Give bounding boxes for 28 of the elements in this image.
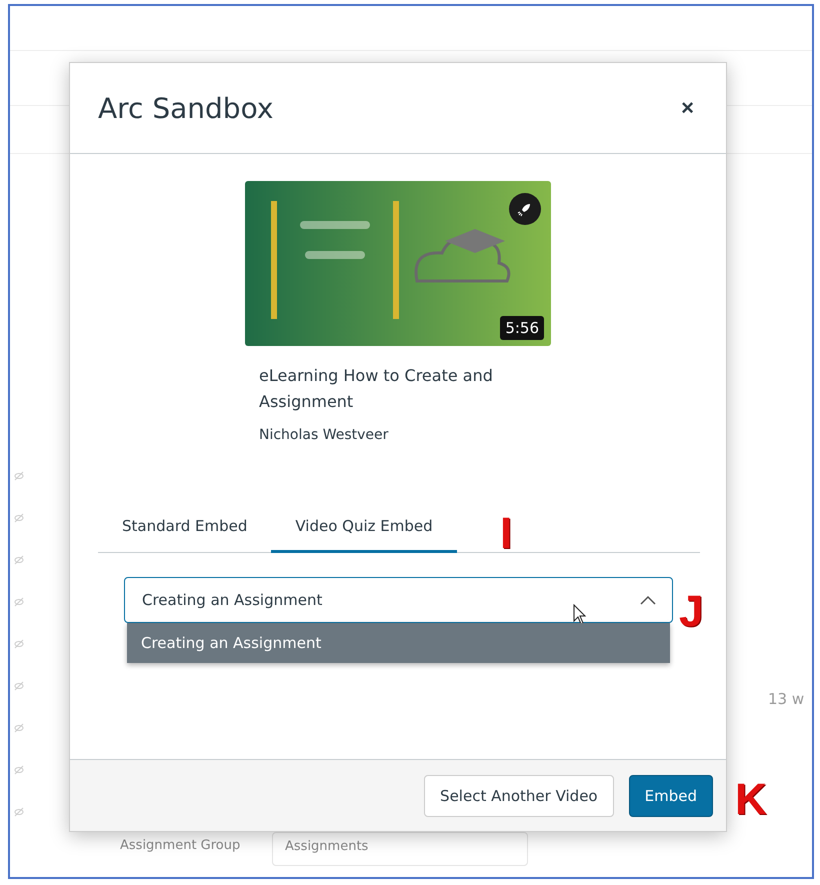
hidden-icon: [14, 681, 24, 691]
hidden-icon: [14, 639, 24, 649]
field-label: Assignment Group: [120, 838, 240, 853]
hidden-icon: [14, 513, 24, 523]
annotation-letter: I: [500, 512, 512, 556]
caret-icon: [640, 595, 656, 605]
duration-badge: 5:56: [500, 316, 544, 340]
hidden-icon: [14, 555, 24, 565]
mouse-pointer-icon: [573, 604, 587, 626]
hidden-icon: [14, 807, 24, 817]
hidden-icon: [14, 597, 24, 607]
dropdown-option[interactable]: Creating an Assignment: [127, 623, 670, 663]
annotation-letter: K: [735, 778, 767, 822]
tab[interactable]: Standard Embed: [98, 507, 272, 553]
tab[interactable]: Video Quiz Embed: [271, 507, 457, 553]
dialog-title: Arc Sandbox: [98, 92, 274, 124]
hidden-icon: [14, 723, 24, 733]
video-author: Nicholas Westveer: [258, 427, 390, 443]
video-title: eLearning How to Create and Assignment: [258, 365, 494, 413]
annotation-letter: J: [679, 590, 704, 634]
hidden-icon: [14, 765, 24, 775]
hidden-icon: [14, 471, 24, 481]
close-button[interactable]: ×: [677, 95, 698, 121]
embed-button[interactable]: Embed: [628, 774, 713, 816]
group-select[interactable]: Assignments: [272, 832, 528, 866]
word-count: 13 w: [768, 690, 804, 708]
select-video-button[interactable]: Select Another Video: [424, 774, 614, 816]
quiz-select[interactable]: Creating an Assignment: [124, 577, 673, 623]
